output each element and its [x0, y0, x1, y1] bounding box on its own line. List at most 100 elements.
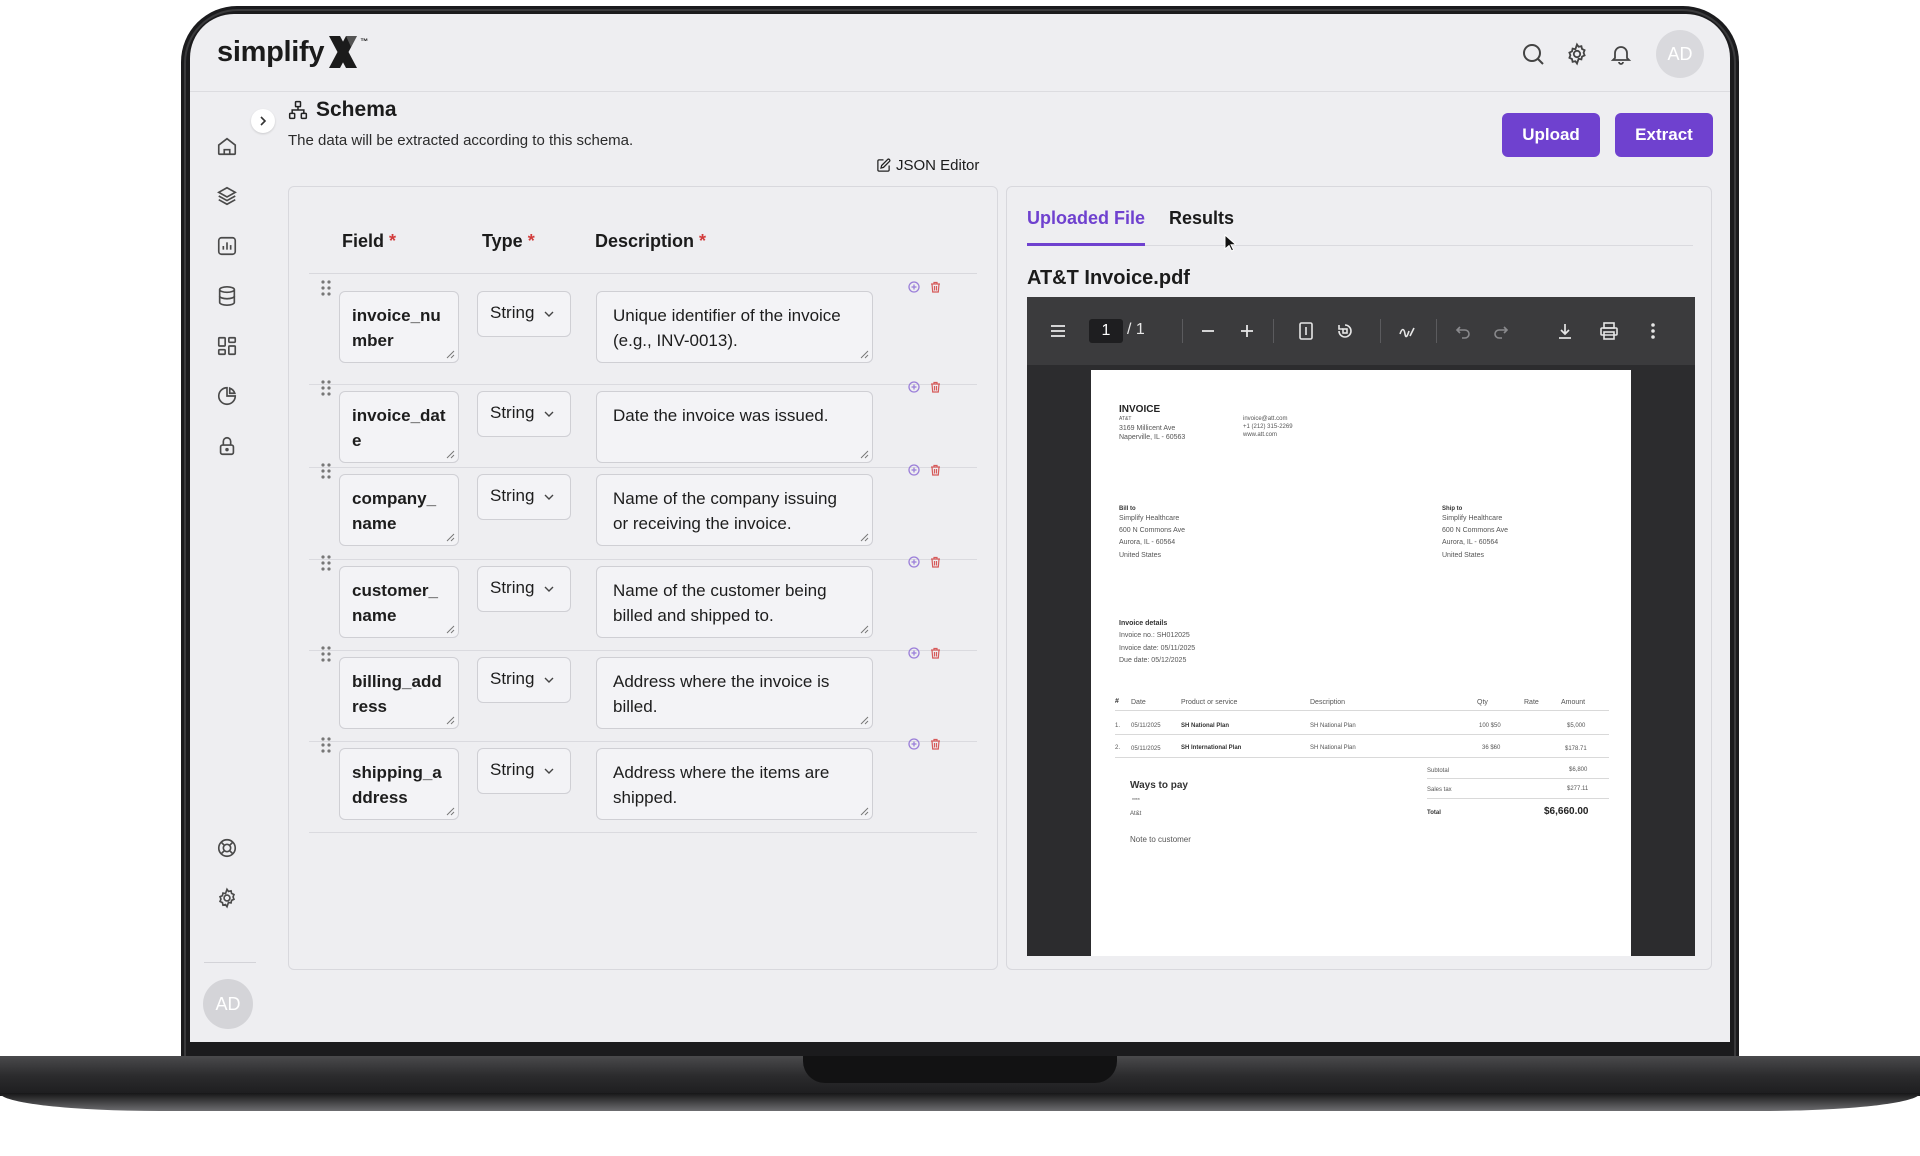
zoom-in-icon[interactable] — [1236, 320, 1258, 342]
fit-page-icon[interactable] — [1295, 320, 1317, 342]
logo-text: simplify — [217, 35, 325, 68]
doc-bill-to-line: Simplify Healthcare — [1119, 515, 1180, 522]
delete-row-icon[interactable] — [930, 381, 941, 393]
delete-row-icon[interactable] — [930, 464, 941, 476]
field-name-input[interactable]: company_name — [339, 474, 459, 546]
drag-handle-icon[interactable] — [320, 379, 332, 397]
more-options-icon[interactable] — [1642, 320, 1664, 342]
sidebar-expand-button[interactable] — [251, 109, 275, 133]
description-input[interactable]: Date the invoice was issued. — [596, 391, 873, 463]
resize-handle-icon[interactable] — [860, 807, 869, 816]
rotate-icon[interactable] — [1334, 320, 1356, 342]
add-row-icon[interactable] — [908, 738, 920, 750]
type-select[interactable]: String — [477, 566, 571, 612]
resize-handle-icon[interactable] — [860, 450, 869, 459]
type-select[interactable]: String — [477, 748, 571, 794]
sidebar-avatar[interactable]: AD — [203, 979, 253, 1029]
description-input[interactable]: Address where the invoice is billed. — [596, 657, 873, 729]
required-marker: * — [527, 231, 535, 251]
preview-panel: Uploaded File Results AT&T Invoice.pdf 1… — [1006, 186, 1712, 970]
doc-th-amount: Amount — [1561, 699, 1586, 706]
field-name-input[interactable]: invoice_date — [339, 391, 459, 463]
home-icon[interactable] — [214, 133, 240, 159]
database-icon[interactable] — [214, 283, 240, 309]
upload-button[interactable]: Upload — [1502, 113, 1600, 157]
tab-uploaded-file[interactable]: Uploaded File — [1027, 208, 1146, 246]
add-row-icon[interactable] — [908, 647, 920, 659]
drag-handle-icon[interactable] — [320, 279, 332, 297]
layers-icon[interactable] — [214, 183, 240, 209]
resize-handle-icon[interactable] — [446, 450, 455, 459]
resize-handle-icon[interactable] — [446, 625, 455, 634]
search-icon[interactable] — [1518, 39, 1548, 69]
drag-handle-icon[interactable] — [320, 736, 332, 754]
doc-item-product: SH National Plan — [1181, 723, 1230, 729]
field-name-input[interactable]: shipping_address — [339, 748, 459, 820]
gear-icon[interactable] — [1562, 39, 1592, 69]
type-select[interactable]: String — [477, 474, 571, 520]
menu-icon[interactable] — [1047, 320, 1069, 342]
type-select[interactable]: String — [477, 391, 571, 437]
chevron-down-icon — [544, 677, 554, 683]
row-actions — [908, 738, 941, 750]
add-row-icon[interactable] — [908, 281, 920, 293]
resize-handle-icon[interactable] — [860, 533, 869, 542]
sidebar: AD — [190, 93, 275, 1042]
user-avatar[interactable]: AD — [1656, 30, 1704, 78]
top-actions: AD — [1518, 30, 1704, 78]
field-name-input[interactable]: customer_name — [339, 566, 459, 638]
drag-handle-icon[interactable] — [320, 554, 332, 572]
chart-icon[interactable] — [214, 233, 240, 259]
field-name-input[interactable]: invoice_number — [339, 291, 459, 363]
chevron-down-icon — [544, 411, 554, 417]
resize-handle-icon[interactable] — [860, 716, 869, 725]
doc-item-qty-rate: 36 $60 — [1482, 745, 1501, 751]
redo-icon[interactable] — [1490, 320, 1512, 342]
app-logo[interactable]: simplify ™ — [217, 30, 368, 74]
type-select[interactable]: String — [477, 657, 571, 703]
page-number-input[interactable]: 1 — [1089, 319, 1123, 343]
resize-handle-icon[interactable] — [446, 807, 455, 816]
description-input[interactable]: Address where the items are shipped. — [596, 748, 873, 820]
drag-handle-icon[interactable] — [320, 462, 332, 480]
description-input[interactable]: Name of the company issuing or receiving… — [596, 474, 873, 546]
download-icon[interactable] — [1554, 320, 1576, 342]
delete-row-icon[interactable] — [930, 738, 941, 750]
delete-row-icon[interactable] — [930, 647, 941, 659]
doc-item-product: SH International Plan — [1181, 745, 1242, 751]
column-header-field: Field * — [342, 231, 397, 251]
help-icon[interactable] — [214, 835, 240, 861]
field-name-input[interactable]: billing_address — [339, 657, 459, 729]
description-input[interactable]: Unique identifier of the invoice (e.g., … — [596, 291, 873, 363]
resize-handle-icon[interactable] — [860, 625, 869, 634]
doc-item-amount: $5,000 — [1567, 723, 1586, 729]
dashboard-icon[interactable] — [214, 333, 240, 359]
undo-icon[interactable] — [1452, 320, 1474, 342]
add-row-icon[interactable] — [908, 556, 920, 568]
doc-bill-to-line: Aurora, IL - 60564 — [1119, 539, 1176, 546]
add-row-icon[interactable] — [908, 464, 920, 476]
description-input[interactable]: Name of the customer being billed and sh… — [596, 566, 873, 638]
extract-button[interactable]: Extract — [1615, 113, 1713, 157]
zoom-out-icon[interactable] — [1197, 320, 1219, 342]
pie-chart-icon[interactable] — [214, 383, 240, 409]
lock-icon[interactable] — [214, 433, 240, 459]
print-icon[interactable] — [1598, 320, 1620, 342]
resize-handle-icon[interactable] — [446, 533, 455, 542]
doc-th-num: # — [1115, 698, 1119, 705]
draw-icon[interactable] — [1396, 320, 1418, 342]
doc-bill-to-label: Bill to — [1119, 506, 1136, 512]
bell-icon[interactable] — [1606, 39, 1636, 69]
settings-icon[interactable] — [214, 885, 240, 911]
hierarchy-icon — [288, 100, 308, 120]
delete-row-icon[interactable] — [930, 556, 941, 568]
type-select[interactable]: String — [477, 291, 571, 337]
delete-row-icon[interactable] — [930, 281, 941, 293]
doc-row-divider — [1115, 757, 1609, 758]
add-row-icon[interactable] — [908, 381, 920, 393]
drag-handle-icon[interactable] — [320, 645, 332, 663]
json-editor-link[interactable]: JSON Editor — [876, 157, 979, 174]
resize-handle-icon[interactable] — [860, 350, 869, 359]
resize-handle-icon[interactable] — [446, 716, 455, 725]
resize-handle-icon[interactable] — [446, 350, 455, 359]
